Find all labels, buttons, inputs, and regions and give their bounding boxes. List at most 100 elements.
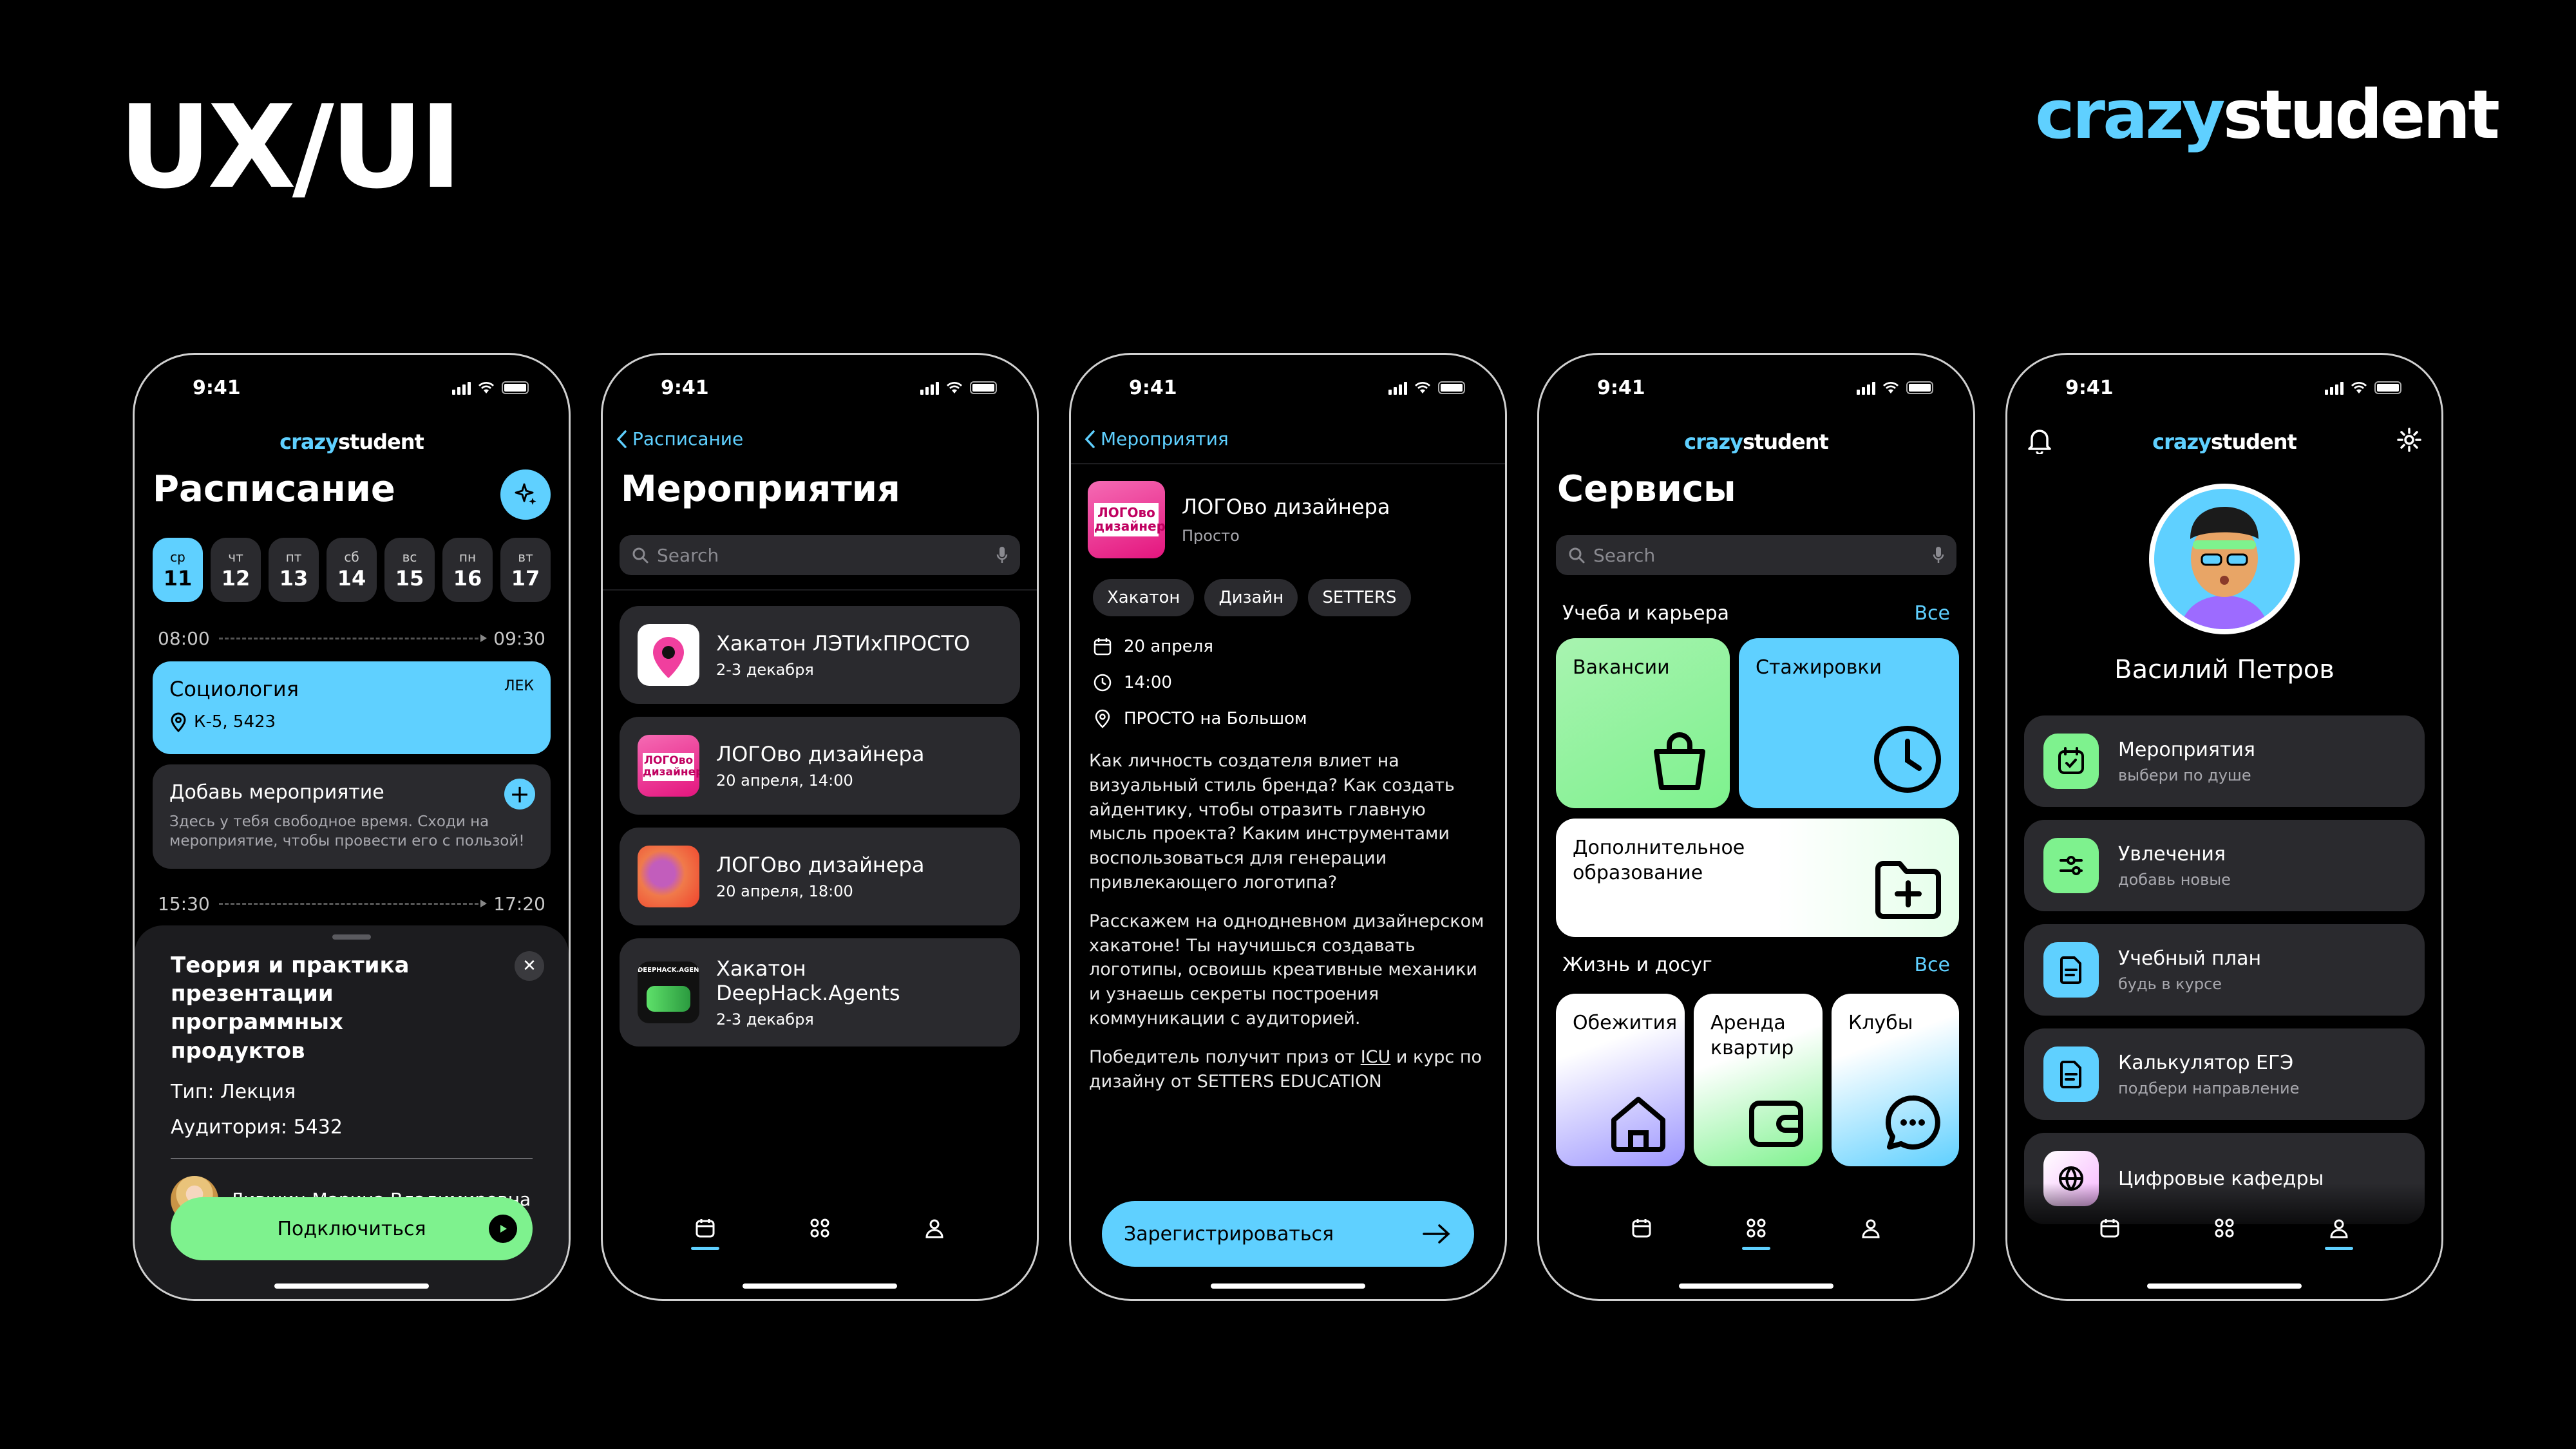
tab-bar [2007, 1202, 2441, 1254]
signal-icon [452, 381, 471, 395]
app-logo: crazystudent [279, 430, 424, 454]
register-button[interactable]: Зарегистрироваться [1102, 1201, 1474, 1267]
avatar-illustration [2180, 507, 2269, 629]
play-icon [489, 1215, 517, 1243]
wifi-icon [947, 382, 962, 393]
profile-avatar[interactable] [2149, 484, 2300, 634]
day-item[interactable]: вт 17 [500, 538, 551, 602]
menu-item-study-plan[interactable]: Учебный план будь в курсе [2024, 924, 2425, 1016]
tile-extra-education[interactable]: Дополнительное образование [1556, 819, 1959, 937]
status-bar: 9:41 [1071, 377, 1505, 402]
see-all-link[interactable]: Все [1914, 602, 1950, 625]
phone-event-detail: 9:41 Мероприятия ЛОГОводизайнера ЛОГОво … [1069, 353, 1507, 1301]
time-slot: 08:00 09:30 [158, 628, 545, 649]
event-card[interactable]: ЛОГОводизайнера ЛОГОво дизайнера20 апрел… [620, 717, 1020, 815]
day-item[interactable]: вс 15 [384, 538, 435, 602]
tag-chip[interactable]: Хакатон [1093, 579, 1195, 616]
tag-chip[interactable]: Дизайн [1204, 579, 1298, 616]
tab-schedule[interactable] [1622, 1209, 1661, 1247]
tab-services[interactable] [1737, 1209, 1776, 1250]
day-item[interactable]: ср 11 [153, 538, 203, 602]
wallet-icon [1749, 1101, 1803, 1147]
app-logo: crazystudent [2152, 430, 2297, 454]
battery-icon [1906, 381, 1933, 394]
user-icon [925, 1219, 943, 1238]
close-button[interactable]: ✕ [515, 951, 544, 981]
time-slot: 15:30 17:20 [158, 893, 545, 914]
grid-icon [1747, 1218, 1766, 1238]
menu-item-ege-calculator[interactable]: Калькулятор ЕГЭ подбери направление [2024, 1028, 2425, 1120]
tab-bar [603, 1202, 1037, 1254]
screen-title: Мероприятия [621, 468, 900, 510]
phone-profile: 9:41 crazystudent Василий Петров Меропри… [2005, 353, 2443, 1301]
chevron-left-icon [1084, 430, 1095, 448]
tab-profile[interactable] [2320, 1209, 2358, 1250]
see-all-link[interactable]: Все [1914, 954, 1950, 976]
tab-services[interactable] [800, 1209, 839, 1247]
day-item[interactable]: пт 13 [269, 538, 319, 602]
day-item[interactable]: сб 14 [327, 538, 377, 602]
event-description: Как личность создателя влиет на визуальн… [1089, 751, 1484, 1092]
connect-button[interactable]: Подключиться [171, 1197, 533, 1260]
tab-schedule[interactable] [686, 1209, 724, 1250]
day-item[interactable]: пн 16 [442, 538, 493, 602]
section-header: Жизнь и досуг Все [1562, 954, 1950, 976]
event-card[interactable]: DEEPHACK.AGENTS ХакатонDeepHack.Agents2-… [620, 938, 1020, 1046]
tab-profile[interactable] [1852, 1209, 1890, 1247]
location-pin-icon [171, 712, 186, 732]
add-event-card[interactable]: Добавь мероприятие Здесь у тебя свободно… [153, 764, 551, 869]
event-image: DEEPHACK.AGENTS [638, 961, 699, 1023]
add-event-plus-button[interactable]: + [504, 779, 535, 810]
event-place: ПРОСТО на Большом [1093, 709, 1307, 728]
screen-title: Расписание [153, 468, 395, 510]
battery-icon [970, 381, 997, 394]
event-card[interactable]: Хакатон ЛЭТИхПРОСТО 2-3 декабря [620, 606, 1020, 704]
back-link[interactable]: Расписание [616, 428, 743, 450]
event-card[interactable]: ЛОГОво дизайнера 20 апреля, 18:00 [620, 828, 1020, 925]
page-title: UX/UI [118, 80, 462, 214]
arrow-right-icon [1423, 1224, 1450, 1244]
battery-icon [502, 381, 529, 394]
tag-chip[interactable]: SETTERS [1308, 579, 1411, 616]
back-link[interactable]: Мероприятия [1084, 428, 1229, 450]
calendar-check-icon [2058, 747, 2084, 774]
status-bar: 9:41 [1539, 377, 1973, 402]
tab-schedule[interactable] [2090, 1209, 2129, 1247]
sheet-grabber[interactable] [332, 934, 371, 940]
home-indicator [1211, 1283, 1365, 1289]
event-image [638, 846, 699, 907]
tile-dorms[interactable]: Обежития [1556, 994, 1685, 1166]
clock-icon [1094, 674, 1112, 692]
menu-item-events[interactable]: Мероприятия выбери по душе [2024, 715, 2425, 807]
home-indicator [2147, 1283, 2302, 1289]
event-image: ЛОГОводизайнера [1088, 481, 1165, 558]
screen-title: Сервисы [1557, 468, 1736, 510]
search-input[interactable]: Search [620, 535, 1020, 575]
search-input[interactable]: Search [1556, 535, 1956, 575]
home-icon [1611, 1097, 1665, 1152]
gear-icon[interactable] [2396, 427, 2422, 453]
event-image [638, 624, 699, 686]
tile-rent[interactable]: Аренда квартир [1694, 994, 1823, 1166]
tile-vacancies[interactable]: Вакансии [1556, 638, 1730, 808]
document-icon [2060, 956, 2081, 984]
battery-icon [2374, 381, 2401, 394]
icu-link[interactable]: ICU [1361, 1047, 1391, 1067]
tab-services[interactable] [2205, 1209, 2244, 1247]
signal-icon [920, 381, 939, 395]
tab-profile[interactable] [915, 1209, 954, 1247]
microphone-icon[interactable] [996, 545, 1009, 565]
chat-bubble-icon [1885, 1095, 1940, 1150]
menu-item-hobbies[interactable]: Увлечения добавь новые [2024, 820, 2425, 911]
ai-sparkle-button[interactable] [500, 469, 551, 520]
lesson-detail-sheet: Теория и практика презентации программны… [135, 925, 569, 1299]
day-item[interactable]: чт 12 [211, 538, 261, 602]
lesson-kind-badge: ЛЕК [504, 678, 534, 694]
signal-icon [2325, 381, 2344, 395]
tile-internships[interactable]: Стажировки [1739, 638, 1959, 808]
lesson-card[interactable]: Социология ЛЕК К-5, 5423 [153, 661, 551, 754]
user-name: Василий Петров [2114, 655, 2334, 685]
sliders-icon [2060, 856, 2083, 875]
tile-clubs[interactable]: Клубы [1832, 994, 1959, 1166]
microphone-icon[interactable] [1932, 545, 1945, 565]
